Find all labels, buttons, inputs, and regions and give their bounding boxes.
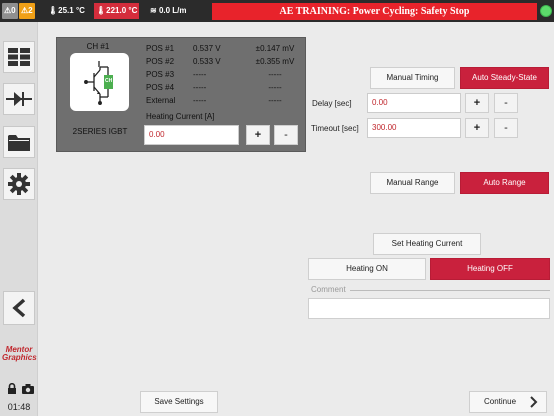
- delay-input[interactable]: 0.00: [367, 93, 461, 113]
- alarm-orange-count: 2: [28, 6, 33, 15]
- pos-label: External: [146, 96, 176, 105]
- sidebar: Mentor Graphics 01:48: [0, 22, 38, 416]
- thermometer-icon: 🌡: [48, 6, 59, 15]
- camera-button[interactable]: [21, 382, 35, 395]
- pos-voltage: -----: [193, 96, 207, 105]
- pos-label: POS #3: [146, 70, 175, 79]
- logo-line-2: Graphics: [2, 353, 37, 362]
- status-indicator: [540, 5, 552, 17]
- pos-label: POS #1: [146, 44, 175, 53]
- channel-panel: CH #1 CH 2SERIES IGBT POS #1 0.537 V ±0.…: [56, 37, 306, 152]
- pos-voltage: 0.537 V: [193, 44, 221, 53]
- nav-settings-button[interactable]: [3, 168, 35, 200]
- device-name: 2SERIES IGBT: [72, 127, 128, 136]
- pos-deviation: ±0.147 mV: [255, 44, 295, 53]
- alarm-grey-count: 0: [11, 6, 16, 15]
- heating-current-input[interactable]: 0.00: [144, 125, 239, 145]
- delay-label: Delay [sec]: [312, 99, 352, 108]
- delay-plus-button[interactable]: +: [465, 93, 489, 113]
- chevron-right-icon: [530, 396, 538, 408]
- flow-icon: ≋: [150, 6, 157, 15]
- comment-input[interactable]: [308, 298, 550, 319]
- alarm-badge-orange[interactable]: ⚠2: [19, 3, 35, 19]
- device-icon-tile[interactable]: CH: [70, 53, 129, 111]
- chevron-left-icon: [12, 298, 26, 318]
- heating-current-plus-button[interactable]: +: [246, 125, 270, 145]
- delay-minus-button[interactable]: -: [494, 93, 518, 113]
- save-settings-button[interactable]: Save Settings: [140, 391, 218, 413]
- set-heating-current-button[interactable]: Set Heating Current: [373, 233, 481, 255]
- diode-icon: [6, 92, 32, 106]
- temperature-2-value: 221.0 °C: [106, 6, 138, 15]
- pos-voltage: -----: [193, 83, 207, 92]
- nav-grid-button[interactable]: [3, 41, 35, 73]
- igbt-icon: [84, 61, 113, 105]
- continue-button[interactable]: Continue: [469, 391, 547, 413]
- pos-deviation: -----: [268, 83, 282, 92]
- temperature-1-value: 25.1 °C: [58, 6, 85, 15]
- pos-label: POS #4: [146, 83, 175, 92]
- lock-icon: [8, 383, 16, 394]
- pos-deviation: -----: [268, 70, 282, 79]
- timeout-minus-button[interactable]: -: [494, 118, 518, 138]
- pos-deviation: ±0.355 mV: [255, 57, 295, 66]
- alarm-badge-grey[interactable]: ⚠0: [2, 3, 18, 19]
- temperature-2: 🌡221.0 °C: [94, 3, 140, 19]
- continue-label: Continue: [484, 397, 517, 406]
- back-button[interactable]: [3, 291, 35, 325]
- channel-title: CH #1: [86, 42, 110, 51]
- flow-rate: ≋ 0.0 L/m: [150, 3, 187, 19]
- mentor-graphics-logo: Mentor Graphics: [2, 346, 37, 362]
- pos-voltage: -----: [193, 70, 207, 79]
- thermometer-icon: 🌡: [96, 6, 107, 15]
- heating-current-minus-button[interactable]: -: [274, 125, 298, 145]
- nav-folder-button[interactable]: [3, 126, 35, 158]
- nav-diode-button[interactable]: [3, 83, 35, 115]
- lock-button[interactable]: [5, 382, 19, 395]
- manual-timing-button[interactable]: Manual Timing: [370, 67, 455, 89]
- temperature-1: 🌡25.1 °C: [48, 3, 85, 19]
- grid-icon: [8, 48, 30, 66]
- manual-range-button[interactable]: Manual Range: [370, 172, 455, 194]
- timeout-label: Timeout [sec]: [311, 124, 359, 133]
- timeout-plus-button[interactable]: +: [465, 118, 489, 138]
- comment-label: Comment: [311, 285, 350, 294]
- pos-deviation: -----: [268, 96, 282, 105]
- auto-range-button[interactable]: Auto Range: [460, 172, 549, 194]
- heating-current-label: Heating Current [A]: [146, 112, 215, 121]
- camera-icon: [22, 383, 34, 394]
- heating-off-button[interactable]: Heating OFF: [430, 258, 550, 280]
- pos-label: POS #2: [146, 57, 175, 66]
- timeout-input[interactable]: 300.00: [367, 118, 461, 138]
- app-window: ⚠0 ⚠2 🌡25.1 °C 🌡221.0 °C ≋ 0.0 L/m AE TR…: [0, 0, 554, 416]
- pos-voltage: 0.533 V: [193, 57, 221, 66]
- heating-on-button[interactable]: Heating ON: [308, 258, 426, 280]
- auto-steady-state-button[interactable]: Auto Steady-State: [460, 67, 549, 89]
- clock: 01:48: [7, 402, 31, 412]
- folder-icon: [8, 134, 30, 151]
- status-bar: ⚠0 ⚠2 🌡25.1 °C 🌡221.0 °C ≋ 0.0 L/m AE TR…: [0, 0, 554, 22]
- channel-tag: CH: [105, 78, 113, 84]
- flow-value: 0.0 L/m: [158, 6, 187, 15]
- gear-icon: [8, 173, 30, 195]
- status-banner: AE TRAINING: Power Cycling: Safety Stop: [212, 3, 537, 20]
